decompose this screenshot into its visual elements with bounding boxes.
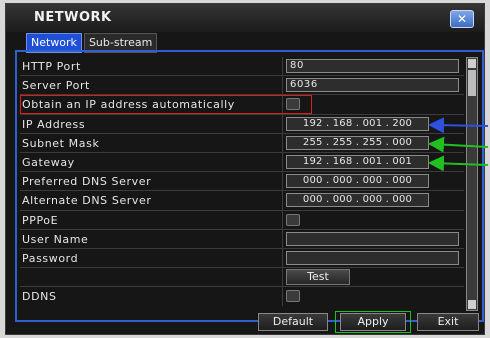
subnet-mask-arrow	[428, 136, 489, 153]
gateway-arrow	[428, 155, 489, 172]
annotation-arrows	[428, 117, 489, 172]
ip-address-arrow	[428, 117, 489, 134]
